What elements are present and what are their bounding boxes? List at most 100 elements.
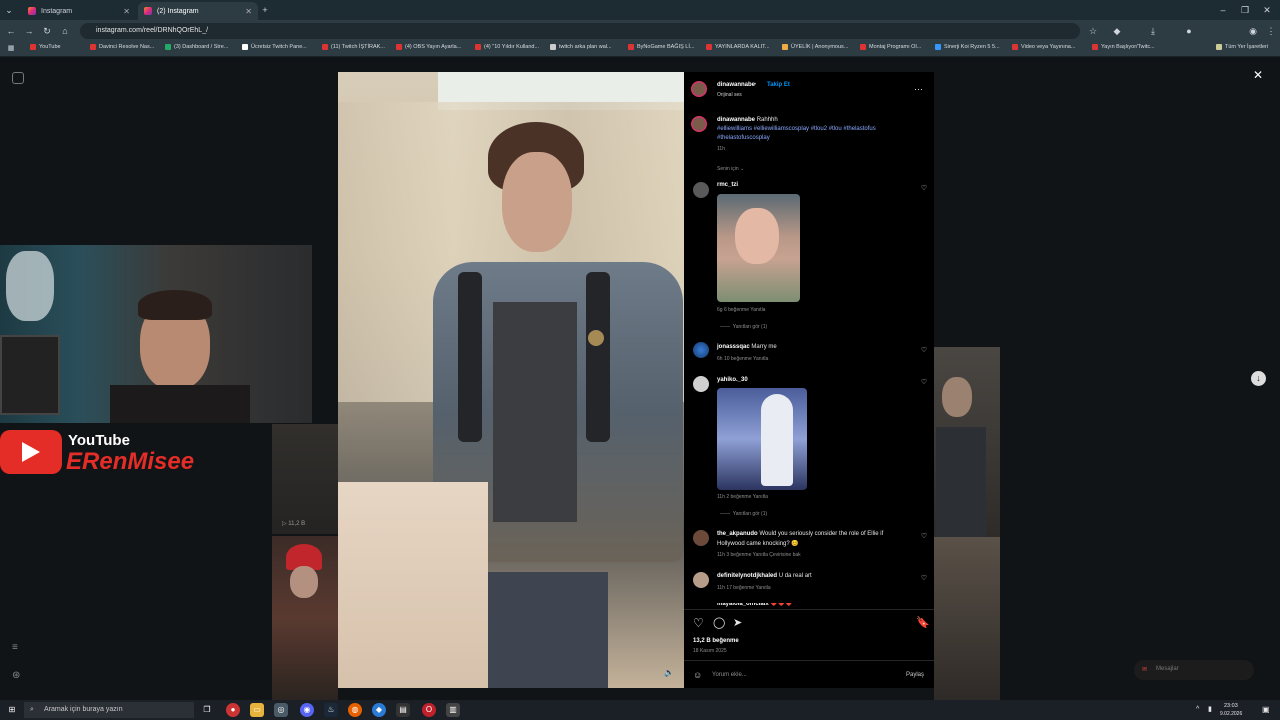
threads-icon[interactable]: ⊛ — [12, 670, 20, 681]
taskbar-search-input[interactable]: ⌕ Aramak için buraya yazın — [24, 702, 194, 718]
comment-username[interactable]: mayalola_officialx — [717, 603, 769, 607]
comment-username[interactable]: jonasssqac — [717, 344, 750, 350]
more-options-icon[interactable]: ⋯ — [914, 84, 923, 95]
bookmark-item[interactable]: ÜYELİK | Anonymous... — [782, 44, 848, 50]
new-tab-button[interactable]: + — [258, 3, 272, 17]
emoji-icon[interactable]: ☺ — [693, 670, 702, 680]
download-icon[interactable]: ⤓ — [1146, 24, 1160, 38]
close-icon[interactable]: ✕ — [1253, 68, 1263, 82]
next-reel-thumbnail[interactable] — [934, 537, 1000, 700]
bookmark-item[interactable]: Ücretsiz Twitch Pane... — [242, 44, 307, 50]
reload-icon[interactable]: ↻ — [40, 24, 54, 38]
menu-icon[interactable]: ⋮ — [1264, 24, 1278, 38]
share-icon[interactable]: ➤ — [733, 616, 742, 629]
view-replies[interactable]: —— Yanıtları gör (1) — [720, 511, 767, 517]
bookmark-item[interactable]: Tüm Yer İşaretleri — [1216, 44, 1268, 50]
app-icon[interactable]: ▥ — [446, 703, 460, 717]
comment-input[interactable]: Yorum ekle... — [712, 672, 747, 678]
bookmark-item[interactable]: (4) "10 Yıldır Kulland... — [475, 44, 539, 50]
close-icon[interactable]: ✕ — [123, 7, 130, 16]
star-icon[interactable]: ☆ — [1086, 24, 1100, 38]
apps-icon[interactable]: ▦ — [4, 42, 18, 56]
close-icon[interactable]: ✕ — [245, 7, 252, 16]
reel-video[interactable]: 🔈 — [338, 72, 684, 688]
like-icon[interactable]: ♡ — [693, 616, 704, 630]
more-menu-icon[interactable]: ≡ — [12, 642, 18, 653]
comment-image[interactable] — [717, 194, 800, 302]
task-view-icon[interactable]: ❐ — [200, 703, 214, 717]
comment-username[interactable]: the_akpanudo — [717, 531, 758, 537]
close-window-button[interactable]: ✕ — [1260, 3, 1274, 17]
commenter-avatar[interactable] — [693, 182, 709, 198]
instagram-logo-icon[interactable] — [12, 72, 24, 84]
url-input[interactable]: instagram.com/reel/DRNhQOrEhL_/ — [80, 23, 1080, 39]
comment-icon[interactable]: ◯ — [713, 616, 725, 629]
caption-hashtags[interactable]: #thelastofuscosplay — [717, 135, 770, 141]
discord-icon[interactable]: ◉ — [300, 703, 314, 717]
chrome-icon[interactable]: ◎ — [274, 703, 288, 717]
sort-dropdown[interactable]: Senin için ⌄ — [717, 166, 744, 172]
bookmark-item[interactable]: YAYINLARDA KALIT... — [706, 44, 770, 50]
bookmark-item[interactable]: (4) OBS Yayın Ayarla... — [396, 44, 461, 50]
minimize-button[interactable]: – — [1216, 3, 1230, 17]
clock-time[interactable]: 23:03 — [1224, 703, 1238, 709]
maximize-button[interactable]: ❐ — [1238, 3, 1252, 17]
mute-icon[interactable]: 🔈 — [664, 668, 674, 677]
save-icon[interactable]: 🔖 — [916, 616, 930, 629]
forward-icon[interactable]: → — [22, 24, 36, 38]
app-icon[interactable]: ◆ — [372, 703, 386, 717]
commenter-avatar[interactable] — [693, 342, 709, 358]
bookmark-item[interactable]: Video veya Yayınına... — [1012, 44, 1075, 50]
like-comment-icon[interactable]: ♡ — [920, 533, 928, 541]
bookmark-item[interactable]: Sinerji Koi Ryzen 5 5... — [935, 44, 1000, 50]
like-comment-icon[interactable]: ♡ — [920, 379, 928, 387]
comment-username[interactable]: rmc_tzi — [717, 182, 738, 188]
caption-avatar[interactable] — [691, 116, 707, 132]
like-comment-icon[interactable]: ♡ — [920, 185, 928, 193]
view-replies[interactable]: —— Yanıtları gör (1) — [720, 324, 767, 330]
tray-up-icon[interactable]: ^ — [1196, 706, 1199, 713]
steam-icon[interactable]: ♨ — [324, 703, 338, 717]
bookmark-item[interactable]: twitch arka plan wal... — [550, 44, 612, 50]
battery-icon[interactable]: ▮ — [1208, 705, 1212, 713]
post-comment-button[interactable]: Paylaş — [906, 672, 924, 678]
author-avatar[interactable] — [691, 81, 707, 97]
obs-icon[interactable]: ● — [226, 703, 240, 717]
back-icon[interactable]: ← — [4, 24, 18, 38]
previous-reel-thumbnail[interactable] — [272, 424, 338, 534]
comment-username[interactable]: yahiko._30 — [717, 377, 748, 383]
clock-date[interactable]: 9.02.2026 — [1220, 711, 1242, 717]
comment-image[interactable] — [717, 388, 807, 490]
home-icon[interactable]: ⌂ — [58, 24, 72, 38]
caption-hashtags[interactable]: #elliewilliams #elliewilliamscosplay #tl… — [717, 126, 876, 132]
app-icon[interactable]: ▤ — [396, 703, 410, 717]
bookmark-item[interactable]: Montaj Programı Ol... — [860, 44, 921, 50]
commenter-avatar[interactable] — [693, 530, 709, 546]
windows-start-icon[interactable]: ⊞ — [5, 703, 19, 717]
bookmark-item[interactable]: (11) Twitch İŞTİRAK... — [322, 44, 385, 50]
previous-reel-thumbnail[interactable] — [272, 536, 338, 700]
opera-icon[interactable]: O — [422, 703, 436, 717]
bookmark-item[interactable]: YouTube — [30, 44, 61, 50]
avatar[interactable]: ◉ — [1246, 24, 1260, 38]
messages-button[interactable]: ✉ Mesajlar — [1134, 660, 1254, 680]
next-reel-button[interactable]: ↓ — [1251, 371, 1266, 386]
comment-username[interactable]: definitelynotdjkhaled — [717, 573, 777, 579]
audio-label[interactable]: Orijinal ses — [717, 92, 742, 98]
profile-icon[interactable]: ● — [1182, 24, 1196, 38]
author-username[interactable]: dinawannabe — [717, 82, 755, 88]
caption-username[interactable]: dinawannabe — [717, 117, 755, 123]
tab-search-icon[interactable]: ⌄ — [2, 3, 16, 17]
bookmark-item[interactable]: Yayın Başlıyor/Twitc... — [1092, 44, 1155, 50]
next-reel-thumbnail[interactable] — [934, 347, 1000, 537]
follow-button[interactable]: Takip Et — [767, 82, 790, 88]
bookmark-item[interactable]: Davinci Resolve Nas... — [90, 44, 154, 50]
bookmark-item[interactable]: (3) Dashboard / Stre... — [165, 44, 228, 50]
commenter-avatar[interactable] — [693, 572, 709, 588]
tab-instagram-2[interactable]: (2) Instagram ✕ — [138, 2, 258, 20]
like-comment-icon[interactable]: ♡ — [920, 575, 928, 583]
tab-instagram-1[interactable]: Instagram ✕ — [22, 2, 136, 20]
like-comment-icon[interactable]: ♡ — [920, 347, 928, 355]
likes-count[interactable]: 13,2 B beğenme — [693, 638, 739, 644]
commenter-avatar[interactable] — [693, 376, 709, 392]
